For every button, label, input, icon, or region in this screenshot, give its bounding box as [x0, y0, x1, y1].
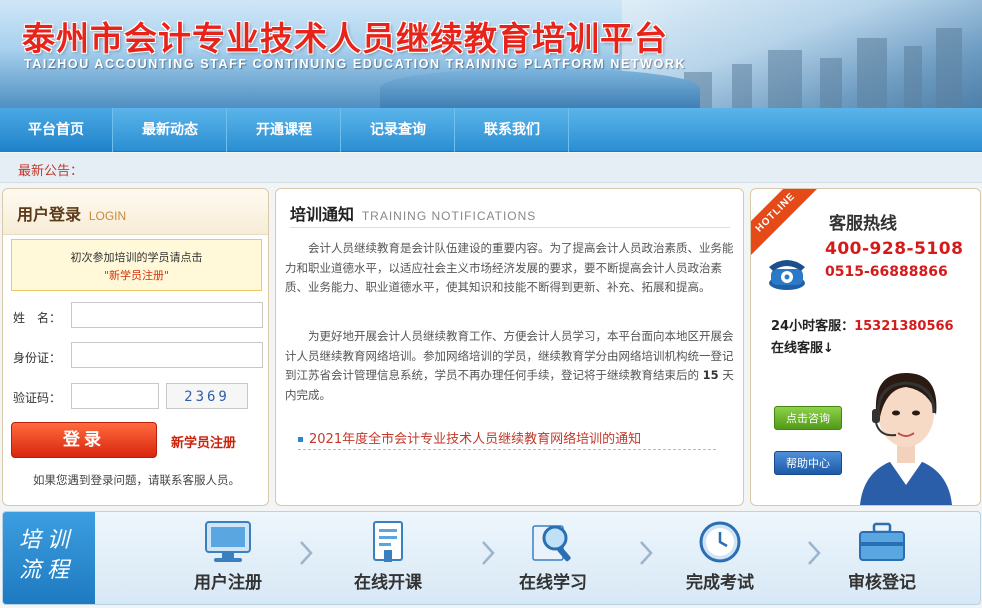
nav-item-courses[interactable]: 开通课程	[228, 108, 341, 152]
captcha-image[interactable]: 2369	[166, 383, 248, 409]
hotline-number-1: 400-928-5108	[825, 239, 964, 259]
days-count: 15	[702, 368, 719, 382]
login-title-en: LOGIN	[88, 209, 127, 223]
flow-step-study[interactable]: 在线学习	[493, 520, 613, 593]
flow-step-register[interactable]: 用户注册	[168, 520, 288, 593]
river-image	[380, 68, 700, 108]
hotline-panel: HOTLINE 客服热线 400-928-5108 0515-66888866 …	[750, 188, 981, 506]
hotline-title: 客服热线	[829, 214, 897, 234]
captcha-label: 验证码：	[13, 391, 62, 405]
consult-button[interactable]: 点击咨询	[774, 406, 842, 430]
tip-text: 初次参加培训的学员请点击	[70, 251, 203, 264]
clock-icon	[699, 521, 741, 563]
briefcase-icon	[859, 522, 905, 561]
flow-step-label: 审核登记	[848, 573, 916, 593]
training-header: 培训通知 TRAINING NOTIFICATIONS	[290, 201, 536, 225]
nav-item-records[interactable]: 记录查询	[342, 108, 455, 152]
login-help-text: 如果您遇到登录问题，请联系客服人员。	[33, 473, 240, 487]
chevron-right-icon	[808, 541, 821, 565]
id-label: 身份证：	[13, 351, 62, 365]
nav-item-contact[interactable]: 联系我们	[456, 108, 569, 152]
nav-item-home[interactable]: 平台首页	[0, 108, 113, 152]
training-title: 培训通知	[290, 205, 355, 224]
announcement-label: 最新公告：	[18, 164, 84, 179]
monitor-icon	[205, 521, 251, 562]
help-center-button[interactable]: 帮助中心	[774, 451, 842, 475]
flow-step-register-audit[interactable]: 审核登记	[822, 520, 942, 593]
bullet-icon	[298, 437, 303, 442]
flow-step-label: 完成考试	[686, 573, 754, 593]
24h-service: 24小时客服：15321380566	[771, 319, 954, 334]
flow-step-label: 在线学习	[519, 573, 587, 593]
telephone-icon	[769, 260, 805, 290]
page: 泰州市会计专业技术人员继续教育培训平台 TAIZHOU ACCOUNTING S…	[0, 0, 982, 608]
training-paragraph-2: 为更好地开展会计人员继续教育工作、方便会计人员学习，本平台面向本地区开展会计人员…	[285, 329, 734, 402]
training-paragraph-1: 会计人员继续教育是会计队伍建设的重要内容。为了提高会计人员政治素质、业务能力和职…	[285, 241, 734, 294]
chevron-right-icon	[640, 541, 653, 565]
main-nav: 平台首页 最新动态 开通课程 记录查询 联系我们	[0, 108, 982, 152]
name-label: 姓 名：	[13, 311, 62, 325]
training-title-en: TRAINING NOTIFICATIONS	[361, 209, 537, 223]
register-link[interactable]: 新学员注册	[171, 432, 236, 451]
tip-register-link[interactable]: "新学员注册"	[12, 267, 261, 285]
flow-step-label: 用户注册	[194, 573, 262, 593]
chevron-right-icon	[300, 541, 313, 565]
login-title: 用户登录	[17, 205, 82, 224]
magnifier-icon	[532, 525, 571, 562]
customer-service-avatar	[860, 373, 952, 505]
online-service-label: 在线客服↓	[771, 341, 834, 356]
flow-step-exam[interactable]: 完成考试	[660, 520, 780, 593]
header-banner: 泰州市会计专业技术人员继续教育培训平台 TAIZHOU ACCOUNTING S…	[0, 0, 982, 108]
hotline-number-2: 0515-66888866	[825, 264, 948, 280]
site-subtitle: TAIZHOU ACCOUNTING STAFF CONTINUING EDUC…	[24, 57, 687, 71]
flow-tag: 培训 流程	[3, 512, 95, 604]
name-input[interactable]	[71, 302, 263, 328]
login-panel: 用户登录 LOGIN 初次参加培训的学员请点击 "新学员注册" 姓 名： 身份证…	[2, 188, 269, 506]
nav-item-news[interactable]: 最新动态	[114, 108, 227, 152]
document-icon	[373, 521, 403, 562]
flow-step-label: 在线开课	[354, 573, 422, 593]
login-button[interactable]: 登录	[11, 422, 157, 458]
training-notice-panel: 培训通知 TRAINING NOTIFICATIONS 会计人员继续教育是会计队…	[275, 188, 744, 506]
training-flow: 培训 流程 用户注册 在线开课 在线学习 完成考试 审核登记	[2, 511, 981, 605]
site-title: 泰州市会计专业技术人员继续教育培训平台	[22, 19, 668, 58]
login-header: 用户登录 LOGIN	[3, 189, 268, 235]
new-student-tip: 初次参加培训的学员请点击 "新学员注册"	[11, 239, 262, 291]
id-input[interactable]	[71, 342, 263, 368]
news-item[interactable]: 2021年度全市会计专业技术人员继续教育网络培训的通知	[298, 428, 641, 447]
hotline-ribbon: HOTLINE	[751, 189, 824, 261]
flow-step-open-course[interactable]: 在线开课	[328, 520, 448, 593]
announcement-bar: 最新公告：	[0, 153, 982, 183]
captcha-input[interactable]	[71, 383, 159, 409]
